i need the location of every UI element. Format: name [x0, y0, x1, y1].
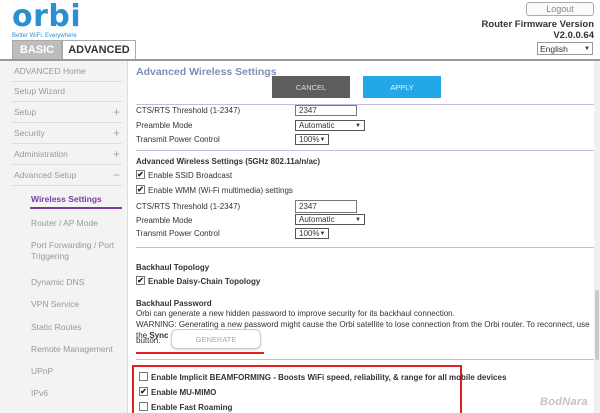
sidebar-item-advanced-home[interactable]: ADVANCED Home — [0, 64, 128, 78]
chevron-down-icon: ▼ — [355, 216, 361, 223]
expand-icon: + — [112, 126, 120, 140]
sidebar-item-security[interactable]: Security + — [0, 126, 128, 140]
fast-roaming-row: Enable Fast Roaming — [139, 402, 232, 412]
chevron-down-icon: ▼ — [584, 45, 590, 52]
expand-icon: + — [112, 147, 120, 161]
power-select-1[interactable]: 100% ▼ — [295, 134, 329, 145]
wmm-checkbox[interactable]: ✔ — [136, 185, 145, 195]
backhaul-password-desc: Orbi can generate a new hidden password … — [136, 309, 455, 318]
active-indicator — [30, 207, 122, 209]
watermark: BodNara — [540, 396, 588, 408]
sidebar-sub-static-routes[interactable]: Static Routes — [0, 322, 128, 333]
language-select[interactable]: English ▼ — [537, 42, 593, 55]
tab-basic[interactable]: BASIC — [12, 40, 62, 59]
sidebar-sub-vpn-service[interactable]: VPN Service — [0, 299, 128, 310]
sidebar-item-advanced-setup[interactable]: Advanced Setup − — [0, 168, 128, 182]
backhaul-password-heading: Backhaul Password — [136, 299, 212, 308]
rts-label-1: CTS/RTS Threshold (1-2347) — [136, 106, 241, 115]
logo-word: orbi — [12, 0, 82, 34]
preamble-select-1[interactable]: Automatic ▼ — [295, 120, 365, 131]
preamble-label-1: Preamble Mode — [136, 121, 193, 130]
sidebar-sub-upnp[interactable]: UPnP — [0, 366, 128, 377]
fast-roaming-checkbox[interactable] — [139, 402, 148, 412]
sidebar-item-setup-wizard[interactable]: Setup Wizard — [0, 84, 128, 98]
sidebar-sub-wireless-settings[interactable]: Wireless Settings — [0, 194, 128, 205]
wmm-row: ✔ Enable WMM (Wi-Fi multimedia) settings — [136, 185, 293, 195]
collapse-icon: − — [112, 168, 120, 182]
logout-button[interactable]: Logout — [526, 2, 594, 16]
ssid-broadcast-row: ✔ Enable SSID Broadcast — [136, 170, 233, 180]
sidebar-sub-router-ap-mode[interactable]: Router / AP Mode — [0, 218, 128, 229]
backhaul-topology-heading: Backhaul Topology — [136, 263, 210, 272]
chevron-down-icon: ▼ — [319, 230, 326, 237]
sidebar-item-administration[interactable]: Administration + — [0, 147, 128, 161]
power-label-1: Transmit Power Control — [136, 135, 220, 144]
firmware-version: V2.0.0.64 — [553, 30, 594, 41]
tab-advanced[interactable]: ADVANCED — [62, 40, 136, 59]
mumimo-row: ✔ Enable MU-MIMO — [139, 387, 217, 397]
power-label-2: Transmit Power Control — [136, 229, 220, 238]
rts-label-2: CTS/RTS Threshold (1-2347) — [136, 202, 241, 211]
sidebar-sub-dynamic-dns[interactable]: Dynamic DNS — [0, 277, 128, 288]
sidebar: ADVANCED Home Setup Wizard Setup + Securi… — [0, 61, 128, 413]
page-title: Advanced Wireless Settings — [136, 66, 277, 78]
mumimo-checkbox[interactable]: ✔ — [139, 387, 148, 397]
beamforming-row: Enable Implicit BEAMFORMING - Boosts WiF… — [139, 372, 506, 382]
main-content: Advanced Wireless Settings CANCEL APPLY … — [129, 61, 600, 413]
scrollbar-thumb[interactable] — [595, 290, 599, 360]
main-tabs: BASIC ADVANCED — [12, 40, 136, 59]
generate-button[interactable]: GENERATE — [171, 329, 261, 349]
rts-input-2[interactable]: 2347 — [295, 200, 357, 213]
power-select-2[interactable]: 100% ▼ — [295, 228, 329, 239]
chevron-down-icon: ▼ — [355, 122, 361, 129]
daisy-chain-row: ✔ Enable Daisy-Chain Topology — [136, 276, 261, 286]
band2-heading: Advanced Wireless Settings (5GHz 802.11a… — [136, 157, 321, 166]
daisy-chain-checkbox[interactable]: ✔ — [136, 276, 145, 286]
highlight-underline — [136, 352, 264, 354]
scrollbar-track[interactable] — [594, 61, 600, 413]
preamble-label-2: Preamble Mode — [136, 216, 193, 225]
sidebar-sub-remote-management[interactable]: Remote Management — [0, 344, 128, 355]
sidebar-sub-ipv6[interactable]: IPv6 — [0, 388, 128, 399]
cancel-button[interactable]: CANCEL — [272, 76, 350, 98]
toolbar-divider — [136, 104, 596, 105]
rts-input-1[interactable]: 2347 — [295, 105, 357, 116]
expand-icon: + — [112, 105, 120, 119]
sidebar-sub-port-forwarding[interactable]: Port Forwarding / Port — [0, 240, 128, 251]
logo-tagline: Better WiFi. Everywhere — [12, 33, 77, 39]
beamforming-checkbox[interactable] — [139, 372, 148, 382]
language-value: English — [540, 43, 568, 54]
sidebar-item-setup[interactable]: Setup + — [0, 105, 128, 119]
ssid-broadcast-checkbox[interactable]: ✔ — [136, 170, 145, 180]
apply-button[interactable]: APPLY — [363, 76, 441, 98]
firmware-label: Router Firmware Version — [481, 19, 594, 30]
orbi-logo: orbi Better WiFi. Everywhere — [12, 0, 82, 40]
sidebar-sub-triggering[interactable]: Triggering — [0, 251, 128, 262]
preamble-select-2[interactable]: Automatic ▼ — [295, 214, 365, 225]
chevron-down-icon: ▼ — [319, 136, 326, 143]
warning-tail: button. — [136, 336, 161, 345]
